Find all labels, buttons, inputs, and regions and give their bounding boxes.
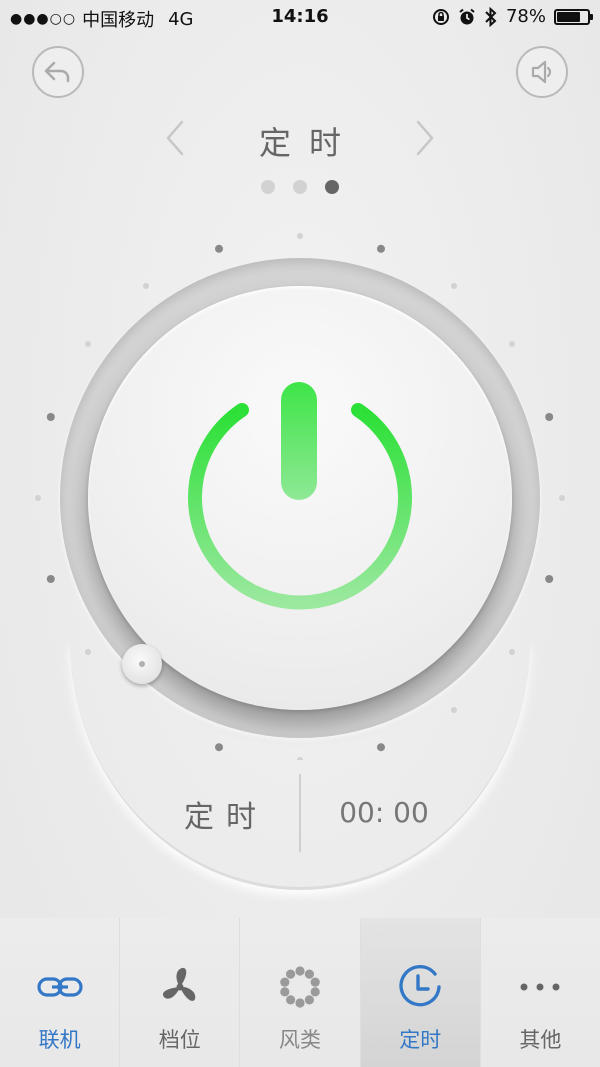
- dial-tick: [509, 341, 515, 347]
- battery-fill: [557, 11, 580, 22]
- sound-button[interactable]: [516, 46, 568, 98]
- wind-mode-dot: [286, 969, 296, 979]
- wind-mode-dot: [295, 966, 305, 976]
- timer-dial: [0, 220, 600, 760]
- dial-tick: [143, 283, 149, 289]
- tab-timer[interactable]: 定时: [360, 918, 481, 1067]
- dial-tick: [545, 575, 554, 583]
- tab-wind-mode[interactable]: 风类: [240, 918, 361, 1067]
- back-button[interactable]: [32, 46, 84, 98]
- timer-label: 定时: [184, 800, 268, 835]
- orientation-lock-icon: [432, 8, 449, 25]
- page-indicator: [0, 180, 600, 196]
- wind-mode-dot: [286, 995, 296, 1005]
- dial-tick: [35, 495, 41, 501]
- bluetooth-icon: [485, 6, 497, 27]
- wind-mode-dot: [310, 977, 320, 987]
- wind-mode-dot: [304, 969, 314, 979]
- tab-speed[interactable]: 档位: [120, 918, 241, 1067]
- tab-label-timer: 定时: [399, 1028, 442, 1052]
- page-dot-3[interactable]: [325, 180, 339, 194]
- tab-label-more: 其他: [519, 1028, 562, 1052]
- page-dot-2[interactable]: [293, 180, 307, 194]
- dial-tick: [46, 413, 55, 421]
- power-icon[interactable]: [180, 372, 420, 612]
- dial-tick: [451, 283, 457, 289]
- wind-mode-dot: [304, 995, 314, 1005]
- dial-tick: [297, 757, 303, 760]
- dial-tick: [85, 649, 91, 655]
- more-icon: [520, 983, 560, 991]
- dial-tick: [215, 244, 223, 253]
- dial-tick: [451, 707, 457, 713]
- back-arrow-icon: [44, 61, 70, 83]
- tab-link[interactable]: 联机: [0, 918, 121, 1067]
- tab-label-link: 联机: [38, 1028, 81, 1052]
- tab-label-wind-mode: 风类: [279, 1028, 321, 1052]
- wind-mode-dot: [310, 987, 320, 997]
- dial-tick: [85, 341, 91, 347]
- tab-label-speed: 档位: [158, 1028, 201, 1052]
- dial-tick: [377, 743, 385, 752]
- speaker-icon: [531, 60, 552, 84]
- dial-tick: [509, 649, 515, 655]
- battery-percent: 78%: [505, 6, 546, 27]
- clock-icon: [399, 965, 441, 1007]
- timer-info: 定时 00: 00: [0, 772, 600, 852]
- timer-value: 00: 00: [339, 796, 429, 829]
- battery-icon: [554, 8, 593, 25]
- status-right: 78%: [432, 6, 593, 27]
- wind-mode-icon: [280, 966, 320, 1008]
- dial-tick: [215, 743, 223, 752]
- chevron-right-icon[interactable]: [410, 118, 440, 158]
- alarm-icon: [459, 8, 475, 24]
- dial-tick: [46, 575, 55, 583]
- page-title: 定时: [258, 124, 359, 162]
- wind-mode-dot: [280, 987, 290, 997]
- dial-tick: [545, 413, 554, 421]
- title-row: 定时: [0, 110, 600, 166]
- link-icon: [36, 977, 83, 997]
- tab-bar: 联机 档位 风类 定时 其他: [0, 918, 600, 1067]
- wind-mode-dot: [280, 977, 290, 987]
- page-dot-1[interactable]: [261, 180, 275, 194]
- screen: ●●●○○ 中国移动 4G 14:16 78% 定时 定时 00: 00 联机 …: [0, 0, 600, 1067]
- dial-knob[interactable]: [122, 644, 162, 684]
- dial-tick: [297, 233, 303, 239]
- dial-tick: [377, 244, 385, 253]
- dial-tick: [559, 495, 565, 501]
- wind-mode-dot: [295, 998, 305, 1008]
- tab-more[interactable]: 其他: [480, 918, 600, 1067]
- status-bar: ●●●○○ 中国移动 4G 14:16 78%: [0, 0, 600, 36]
- fan-icon: [162, 967, 196, 1001]
